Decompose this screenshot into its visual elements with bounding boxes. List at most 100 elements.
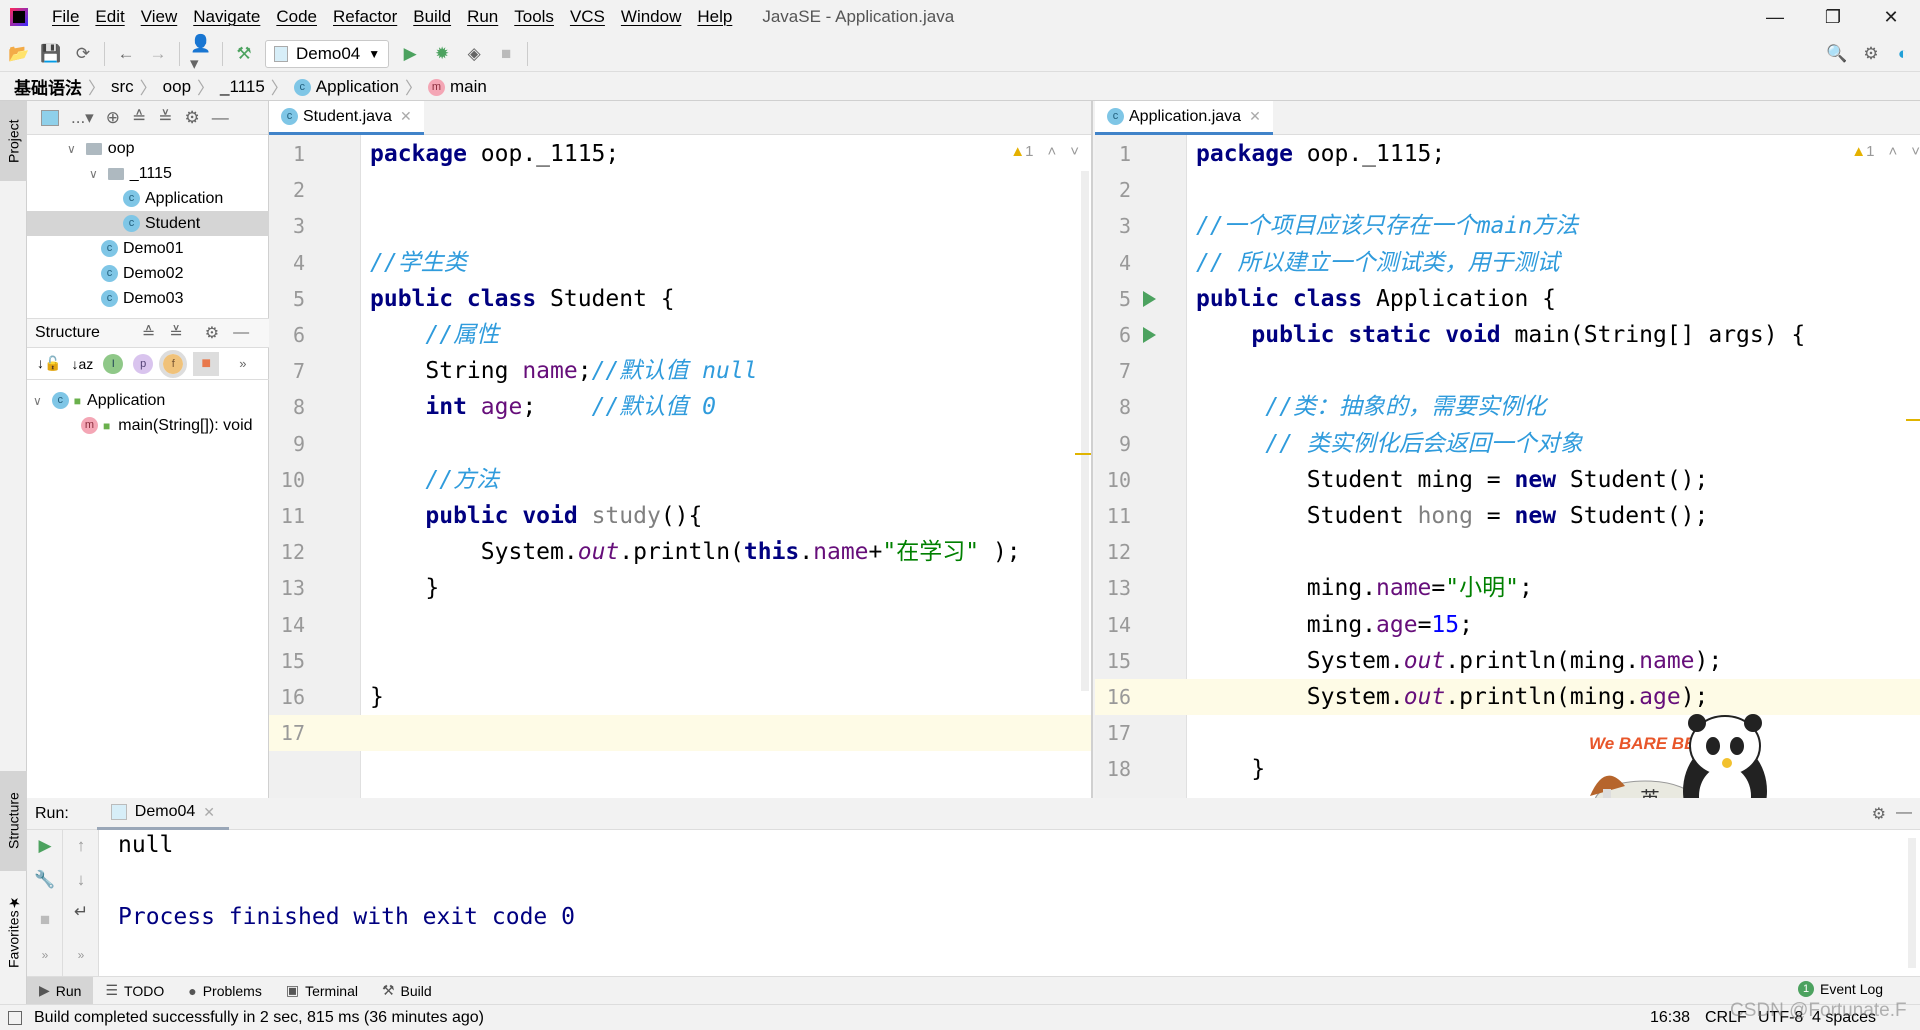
gear-icon[interactable]: ⚙	[1860, 43, 1882, 65]
caret-position[interactable]: 16:38	[1650, 1009, 1690, 1027]
menu-file[interactable]: File	[44, 7, 87, 27]
tree-item-oop[interactable]: ∨ oop	[27, 136, 269, 161]
wrench-icon[interactable]: 🔧	[27, 870, 63, 890]
breadcrumb-item[interactable]: oop	[163, 77, 191, 97]
down-arrow-icon[interactable]: ↓	[63, 870, 99, 890]
save-icon[interactable]: 💾	[40, 43, 62, 65]
show-non-public-icon[interactable]: ■	[193, 351, 220, 376]
tab-application-java[interactable]: c Application.java ✕	[1095, 101, 1273, 135]
search-icon[interactable]: 🔍	[1826, 43, 1848, 65]
run-icon[interactable]: ▶	[399, 43, 421, 65]
sync-icon[interactable]: ⟳	[72, 43, 94, 65]
warnings-indicator[interactable]: ▲1 ˄ ˅	[1851, 143, 1920, 160]
breadcrumb-item[interactable]: 基础语法	[14, 74, 82, 99]
show-fields-icon[interactable]: f	[159, 349, 188, 378]
menu-tools[interactable]: Tools	[506, 7, 562, 27]
build-hammer-icon[interactable]: ⚒	[233, 43, 255, 65]
breadcrumb-item[interactable]: m main	[427, 77, 487, 97]
view-dropdown[interactable]: ...▾	[71, 108, 94, 128]
warning-marker[interactable]	[1075, 453, 1091, 455]
debug-bug-icon[interactable]: ✹	[431, 43, 453, 65]
run-config-select[interactable]: Demo04 ▼	[265, 39, 390, 68]
menu-refactor[interactable]: Refactor	[325, 7, 405, 27]
gear-icon[interactable]: ⚙	[205, 323, 219, 343]
close-tab-icon[interactable]: ✕	[1249, 108, 1261, 125]
soft-wrap-icon[interactable]: ↵	[63, 902, 99, 922]
more-icon[interactable]: »	[63, 948, 99, 962]
hide-icon[interactable]: —	[233, 324, 249, 342]
menu-build[interactable]: Build	[405, 7, 459, 27]
scrollbar[interactable]	[1081, 171, 1089, 691]
structure-item-application[interactable]: ∨ c ■ Application	[33, 388, 165, 413]
menu-edit[interactable]: Edit	[87, 7, 132, 27]
menu-code[interactable]: Code	[268, 7, 325, 27]
scrollbar[interactable]	[1908, 838, 1916, 968]
back-arrow-icon[interactable]: ←	[115, 43, 137, 65]
restore-icon[interactable]: ❐	[1804, 0, 1862, 34]
close-icon[interactable]: ✕	[1862, 0, 1920, 34]
sort-alpha-icon[interactable]: ↓az	[71, 356, 93, 372]
close-tab-icon[interactable]: ✕	[203, 804, 215, 821]
more-icon[interactable]: »	[27, 948, 63, 962]
hide-icon[interactable]: —	[212, 108, 229, 128]
structure-item-main[interactable]: m ■ main(String[]): void	[81, 413, 253, 438]
prev-highlight-icon[interactable]: ˄	[1888, 143, 1897, 160]
tab-project[interactable]: Project	[0, 101, 27, 181]
tree-item-1115[interactable]: ∨ _1115	[27, 161, 269, 186]
breadcrumb-item[interactable]: _1115	[220, 77, 265, 97]
gear-icon[interactable]: ⚙	[184, 108, 199, 128]
expand-all-icon[interactable]: ≙	[132, 108, 146, 128]
user-icon[interactable]: 👤▾	[190, 34, 212, 73]
next-highlight-icon[interactable]: ˅	[1911, 143, 1920, 160]
tool-terminal[interactable]: ▣ Terminal	[274, 977, 370, 1005]
warning-marker[interactable]	[1906, 419, 1920, 421]
show-inherited-icon[interactable]: I	[103, 353, 124, 374]
more-icon[interactable]: »	[239, 356, 246, 371]
toggle-tool-windows-icon[interactable]	[8, 1010, 22, 1025]
event-log-button[interactable]: 1 Event Log	[1798, 981, 1883, 997]
chevron-down-icon[interactable]: ∨	[67, 142, 76, 156]
menu-vcs[interactable]: VCS	[562, 7, 613, 27]
locate-icon[interactable]: ⊕	[106, 108, 120, 128]
tree-item-student[interactable]: c Student	[27, 211, 269, 236]
menu-run[interactable]: Run	[459, 7, 506, 27]
menu-view[interactable]: View	[133, 7, 186, 27]
breadcrumb-item[interactable]: c Application	[293, 77, 399, 97]
collapse-all-icon[interactable]: ≚	[169, 323, 182, 343]
next-highlight-icon[interactable]: ˅	[1070, 143, 1079, 160]
run-tab-demo04[interactable]: Demo04 ✕	[96, 798, 230, 830]
tab-structure[interactable]: Structure	[0, 771, 27, 871]
prev-highlight-icon[interactable]: ˄	[1047, 143, 1056, 160]
tab-favorites[interactable]: Favorites ★	[0, 881, 27, 981]
coverage-icon[interactable]: ◈	[463, 43, 485, 65]
gear-icon[interactable]: ⚙	[1872, 804, 1886, 824]
stop-icon[interactable]: ■	[27, 910, 63, 930]
chevron-down-icon[interactable]: ∨	[89, 167, 98, 181]
show-properties-icon[interactable]: p	[133, 353, 154, 374]
close-tab-icon[interactable]: ✕	[400, 108, 412, 125]
minimize-icon[interactable]: —	[1746, 0, 1804, 34]
stop-icon[interactable]: ■	[495, 43, 517, 65]
menu-navigate[interactable]: Navigate	[185, 7, 268, 27]
hide-icon[interactable]: —	[1896, 804, 1912, 822]
open-folder-icon[interactable]: 📂	[8, 43, 30, 65]
tool-todo[interactable]: ☰ TODO	[93, 977, 176, 1005]
tab-student-java[interactable]: c Student.java ✕	[269, 101, 424, 135]
forward-arrow-icon[interactable]: →	[147, 43, 169, 65]
tree-item-demo02[interactable]: c Demo02	[27, 261, 269, 286]
tool-run[interactable]: ▶ Run	[27, 976, 94, 1005]
collapse-all-icon[interactable]: ≚	[158, 108, 172, 128]
tree-item-application[interactable]: c Application	[27, 186, 269, 211]
warnings-indicator[interactable]: ▲1 ˄ ˅	[1010, 143, 1079, 160]
breadcrumb-item[interactable]: src	[111, 77, 134, 97]
sort-visibility-icon[interactable]: ↓🔓	[37, 355, 61, 372]
jetbrains-icon[interactable]: ◐	[1892, 43, 1914, 65]
up-arrow-icon[interactable]: ↑	[63, 836, 99, 856]
expand-all-icon[interactable]: ≙	[142, 323, 155, 343]
rerun-icon[interactable]: ▶	[27, 836, 63, 856]
tree-item-demo01[interactable]: c Demo01	[27, 236, 269, 261]
menu-help[interactable]: Help	[689, 7, 740, 27]
project-view-icon[interactable]	[41, 109, 59, 126]
tool-problems[interactable]: ● Problems	[176, 977, 274, 1005]
tool-build[interactable]: ⚒ Build	[370, 977, 444, 1005]
